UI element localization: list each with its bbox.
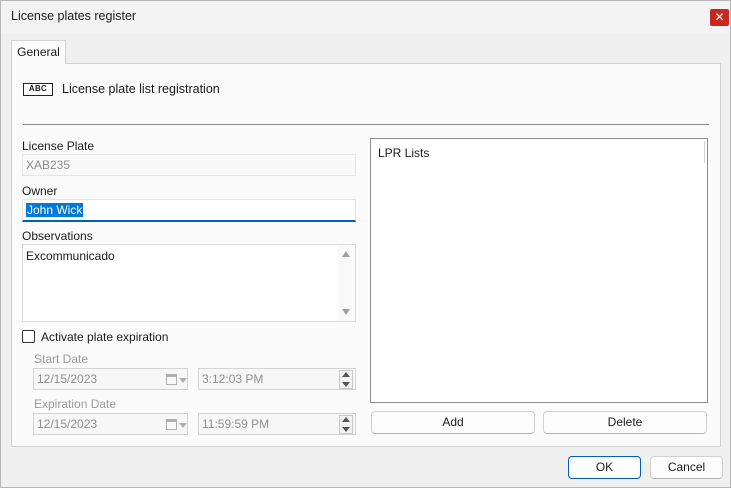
close-icon: ✕: [714, 10, 725, 24]
spin-down-icon[interactable]: [342, 427, 350, 432]
ok-button[interactable]: OK: [568, 456, 641, 479]
expiration-checkbox-label[interactable]: Activate plate expiration: [41, 330, 168, 344]
observations-value: Excommunicado: [26, 249, 115, 263]
owner-label: Owner: [22, 184, 58, 198]
expiration-checkbox[interactable]: [22, 330, 35, 343]
dialog-window: License plates register ✕ General ABC Li…: [0, 0, 731, 488]
expiration-date-label: Expiration Date: [34, 397, 117, 411]
title-bar: License plates register ✕: [1, 1, 730, 33]
scroll-down-icon[interactable]: [342, 309, 350, 315]
chevron-down-icon[interactable]: [179, 423, 187, 428]
owner-field[interactable]: John Wick: [22, 199, 356, 222]
observations-scrollbar[interactable]: [338, 245, 355, 321]
observations-label: Observations: [22, 229, 93, 243]
tab-general[interactable]: General: [11, 40, 66, 64]
section-title: License plate list registration: [62, 82, 220, 96]
expiration-date-picker[interactable]: 12/15/2023: [33, 413, 188, 435]
divider: [23, 124, 709, 125]
license-plate-value: XAB235: [26, 158, 71, 172]
spin-down-icon[interactable]: [342, 382, 350, 387]
expiration-time-value: 11:59:59 PM: [202, 417, 270, 431]
start-date-picker[interactable]: 12/15/2023: [33, 368, 188, 390]
list-scrollbar[interactable]: [704, 141, 705, 163]
observations-textarea[interactable]: Excommunicado: [22, 244, 356, 322]
window-title: License plates register: [11, 9, 137, 23]
delete-button[interactable]: Delete: [543, 411, 707, 434]
start-date-value: 12/15/2023: [37, 372, 98, 386]
expiration-time-picker[interactable]: 11:59:59 PM: [198, 413, 356, 435]
spin-up-icon[interactable]: [342, 372, 350, 377]
expiration-date-value: 12/15/2023: [37, 417, 98, 431]
cancel-button[interactable]: Cancel: [650, 456, 723, 479]
lpr-lists-header: LPR Lists: [378, 146, 430, 160]
license-plate-field[interactable]: XAB235: [22, 154, 356, 176]
scroll-up-icon[interactable]: [342, 251, 350, 257]
expiration-time-spinner[interactable]: [339, 415, 353, 434]
start-time-spinner[interactable]: [339, 370, 353, 389]
calendar-icon[interactable]: [166, 419, 177, 430]
close-button[interactable]: ✕: [710, 9, 729, 26]
start-time-picker[interactable]: 3:12:03 PM: [198, 368, 356, 390]
lpr-lists-box[interactable]: LPR Lists: [370, 138, 708, 403]
calendar-icon[interactable]: [166, 374, 177, 385]
spin-up-icon[interactable]: [342, 417, 350, 422]
add-button[interactable]: Add: [371, 411, 535, 434]
license-plate-label: License Plate: [22, 139, 95, 153]
license-plate-icon: ABC: [23, 83, 53, 96]
owner-value: John Wick: [26, 203, 84, 217]
start-date-label: Start Date: [34, 352, 89, 366]
chevron-down-icon[interactable]: [179, 378, 187, 383]
start-time-value: 3:12:03 PM: [202, 372, 264, 386]
